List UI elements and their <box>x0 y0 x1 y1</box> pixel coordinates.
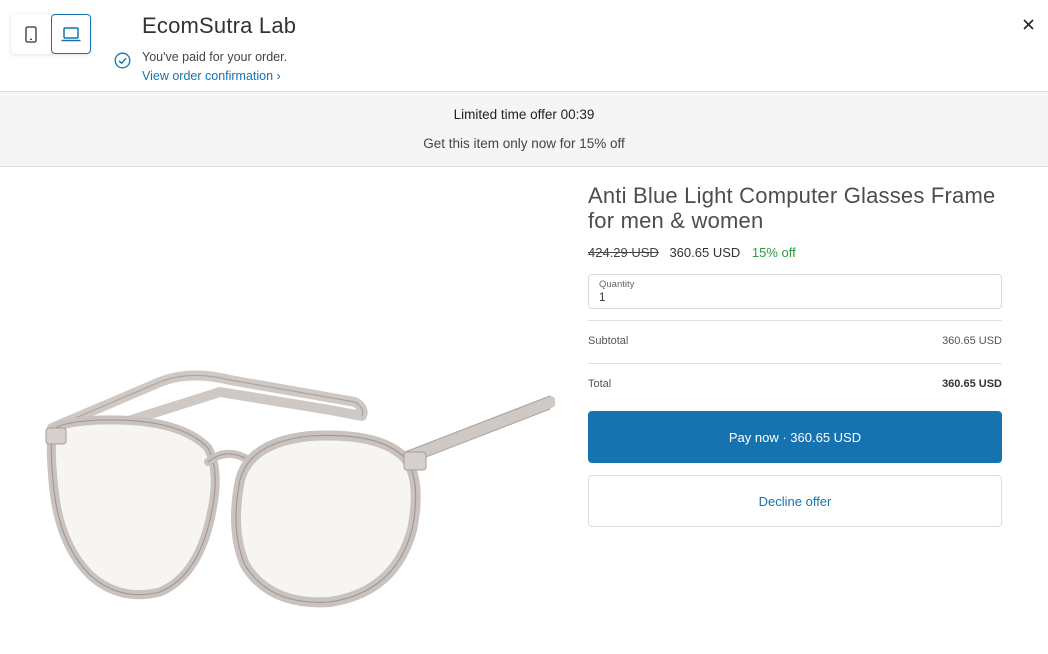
original-price: 424.29 USD <box>588 245 659 260</box>
close-button[interactable] <box>1018 14 1038 34</box>
product-image <box>45 370 555 608</box>
pay-now-button[interactable]: Pay now · 360.65 USD <box>588 411 1002 463</box>
offer-banner: Limited time offer 00:39 Get this item o… <box>0 91 1048 167</box>
product-title: Anti Blue Light Computer Glasses Frame f… <box>588 183 996 233</box>
quantity-field[interactable]: Quantity 1 <box>588 274 1002 309</box>
total-label: Total <box>588 378 612 390</box>
mobile-icon <box>25 25 37 43</box>
order-confirmation-link[interactable]: View order confirmation › <box>142 69 281 83</box>
subtotal-value: 360.65 USD <box>942 335 1002 347</box>
discount-badge: 15% off <box>751 245 796 260</box>
offer-description: Get this item only now for 15% off <box>423 136 625 151</box>
close-icon <box>1022 18 1034 30</box>
divider <box>588 320 1002 321</box>
sale-price: 360.65 USD <box>669 245 741 260</box>
quantity-value[interactable]: 1 <box>599 292 605 304</box>
header: EcomSutra Lab You've paid for your order… <box>0 0 1048 91</box>
subtotal-label: Subtotal <box>588 335 629 347</box>
desktop-icon <box>61 26 81 41</box>
check-circle-icon <box>114 52 131 69</box>
divider <box>588 363 1002 364</box>
offer-timer: Limited time offer 00:39 <box>453 107 595 122</box>
desktop-view-button[interactable] <box>51 14 91 54</box>
paid-message: You've paid for your order. <box>142 50 288 64</box>
mobile-view-button[interactable] <box>11 14 51 54</box>
quantity-label: Quantity <box>599 279 635 290</box>
price-row: 424.29 USD 360.65 USD 15% off <box>588 245 796 260</box>
view-toggle <box>11 14 91 54</box>
decline-offer-button[interactable]: Decline offer <box>588 475 1002 527</box>
store-name: EcomSutra Lab <box>142 13 297 38</box>
total-value: 360.65 USD <box>942 378 1002 390</box>
